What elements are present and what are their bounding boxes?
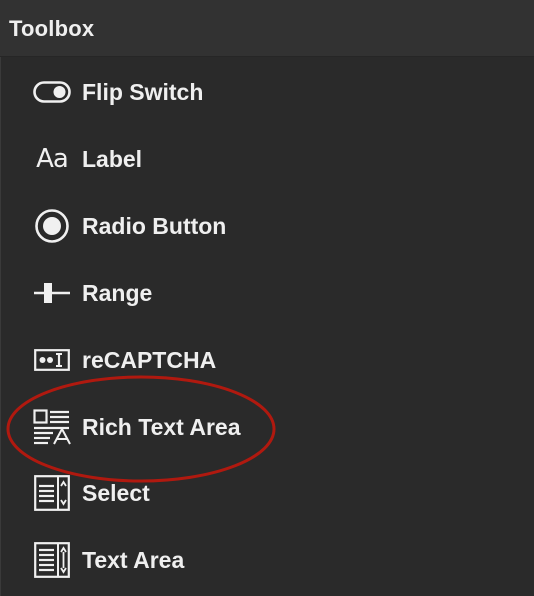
toolbox-item-range[interactable]: Range [1, 263, 534, 323]
toggle-icon [32, 72, 72, 112]
toolbox-item-recaptcha[interactable]: reCAPTCHA [1, 330, 534, 390]
toolbox-list: Flip Switch Aa Label Radio Button Range [0, 57, 534, 596]
toolbox-item-select[interactable]: Select [1, 463, 534, 523]
toolbox-item-flip-switch[interactable]: Flip Switch [1, 62, 534, 122]
radio-icon [32, 206, 72, 246]
toolbox-header: Toolbox [0, 0, 534, 57]
recaptcha-icon [32, 340, 72, 380]
toolbox-item-label: Rich Text Area [82, 414, 241, 440]
toolbox-item-label: Range [82, 280, 153, 306]
toolbox-item-label-widget[interactable]: Aa Label [1, 129, 534, 189]
toolbox-item-label: Text Area [82, 547, 185, 573]
toolbox-item-label: Label [82, 146, 143, 172]
toolbox-item-rich-text-area[interactable]: Rich Text Area [1, 397, 534, 457]
toolbox-item-label: Select [82, 480, 150, 506]
label-aa-glyph: Aa [36, 144, 69, 174]
range-slider-icon [32, 273, 72, 313]
rich-text-area-icon [32, 407, 72, 447]
label-aa-icon: Aa [32, 139, 72, 179]
toolbox-item-label: reCAPTCHA [82, 347, 217, 373]
toolbox-item-text-area[interactable]: Text Area [1, 530, 534, 590]
text-area-icon [32, 540, 72, 580]
toolbox-item-label: Flip Switch [82, 79, 204, 105]
toolbox-item-radio-button[interactable]: Radio Button [1, 196, 534, 256]
select-icon [32, 473, 72, 513]
panel-title: Toolbox [9, 16, 95, 41]
toolbox-item-label: Radio Button [82, 213, 227, 239]
